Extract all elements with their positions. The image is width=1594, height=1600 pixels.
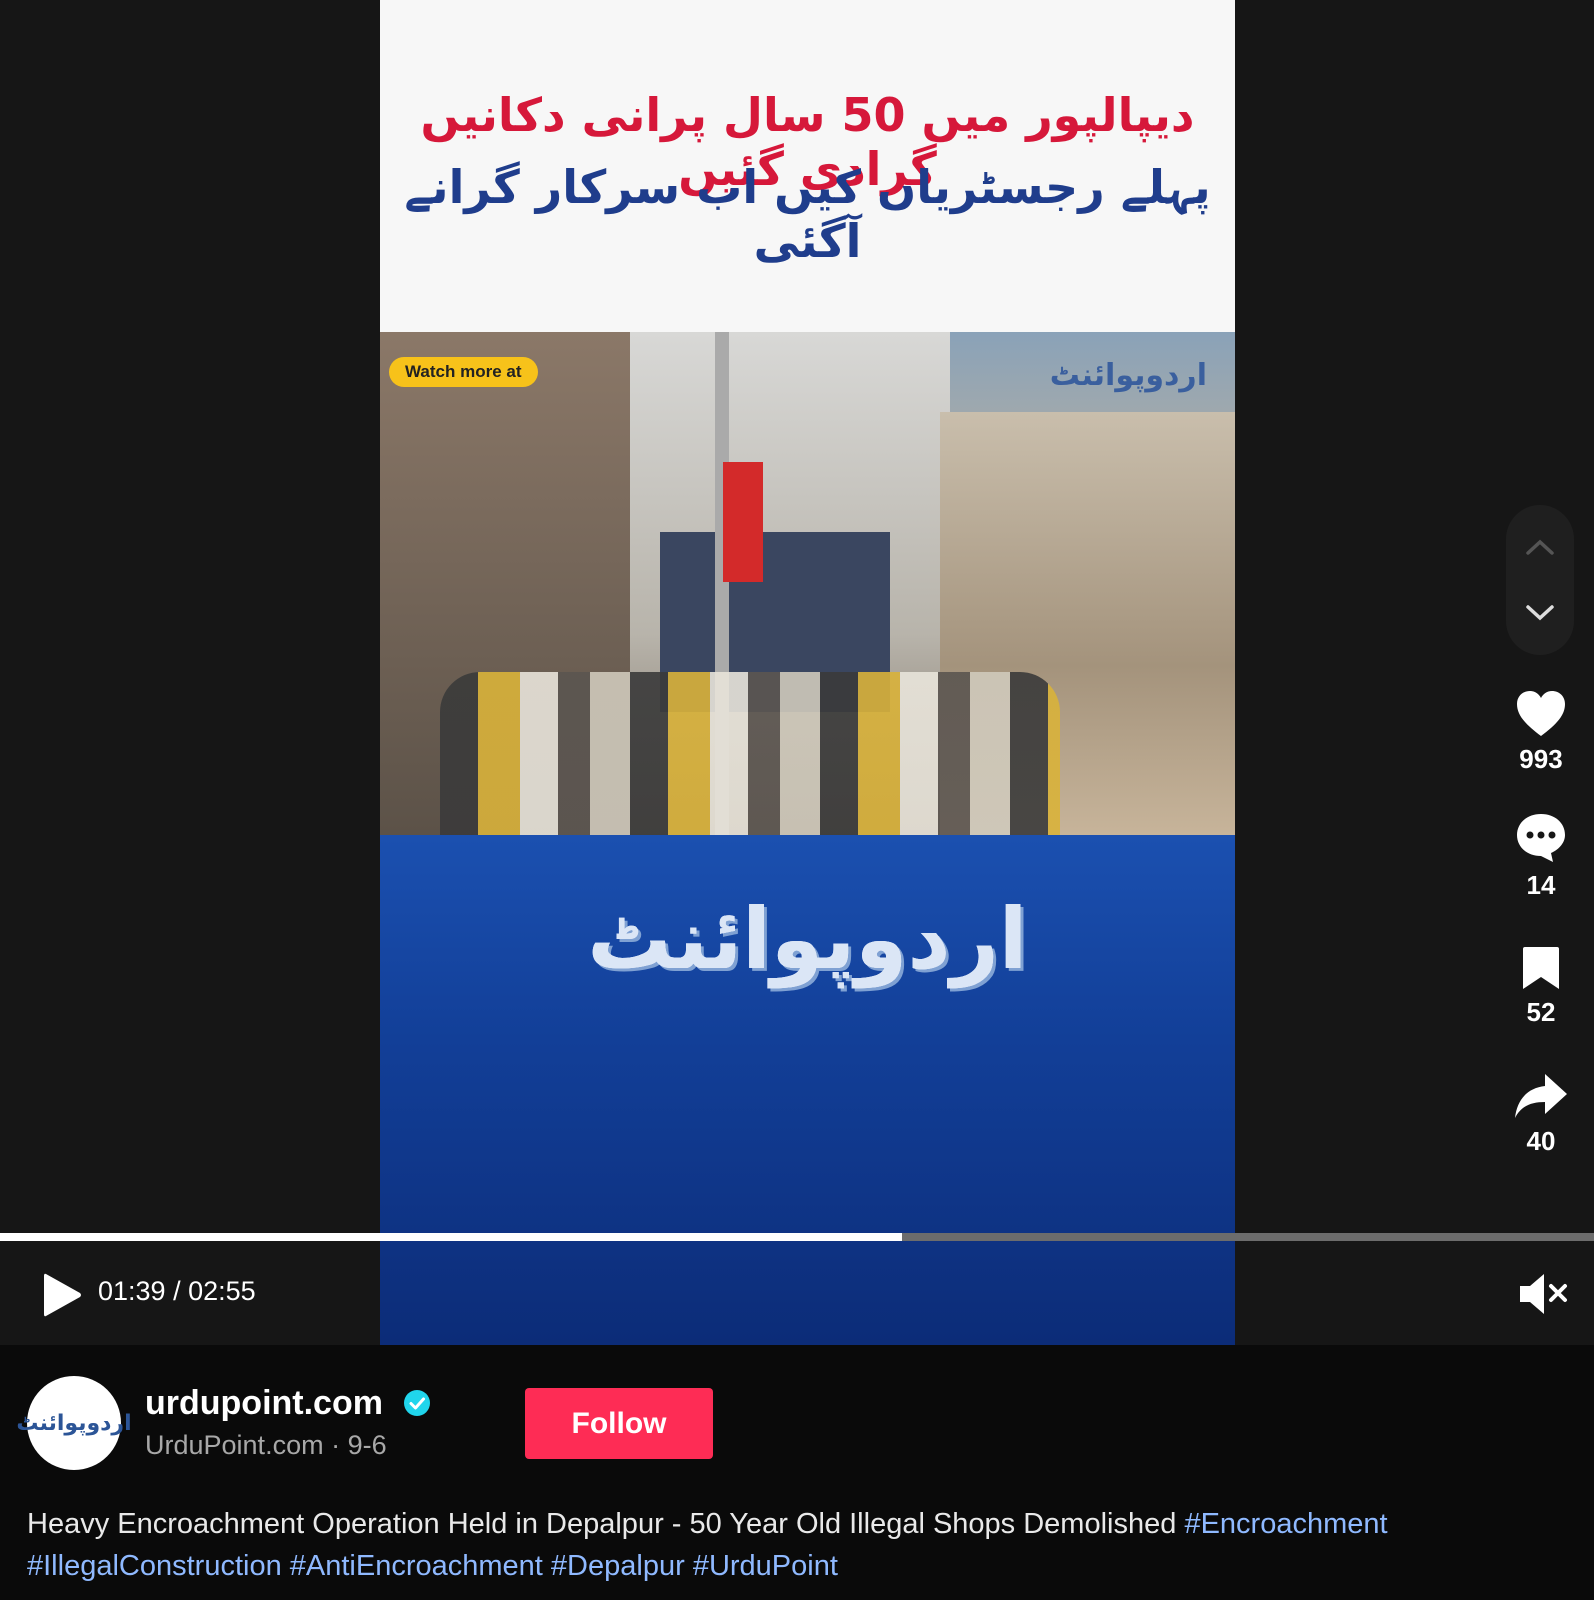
watermark-logo: اردوپوائنٹ <box>1049 358 1207 393</box>
author-name[interactable]: urdupoint.com <box>145 1384 383 1423</box>
hashtag-link[interactable]: #AntiEncroachment <box>290 1550 543 1582</box>
bookmark-count: 52 <box>1526 997 1556 1027</box>
chevron-down-icon <box>1526 605 1554 621</box>
author-avatar[interactable]: اردوپوائنٹ <box>16 1376 132 1470</box>
author-subline: UrduPoint.com · 9-6 <box>145 1430 387 1460</box>
verified-badge-icon <box>404 1390 430 1416</box>
comment-icon <box>1517 814 1565 862</box>
avatar-logo-text: اردوپوائنٹ <box>16 1410 132 1436</box>
speaker-muted-icon <box>1520 1274 1567 1314</box>
next-video-button[interactable] <box>1506 583 1574 643</box>
time-display: 01:39 / 02:55 <box>98 1276 256 1306</box>
progress-bar[interactable] <box>0 1233 1594 1241</box>
video-player[interactable]: دیپالپور میں 50 سال پرانی دکانیں گرادی گ… <box>0 0 1594 1345</box>
previous-video-button[interactable] <box>1506 517 1574 577</box>
shop-sign <box>723 462 763 582</box>
hashtag-link[interactable]: #UrduPoint <box>693 1550 838 1582</box>
brand-logo: اردوپوائنٹ <box>587 890 1028 988</box>
video-headline: دیپالپور میں 50 سال پرانی دکانیں گرادی گ… <box>380 0 1235 332</box>
headline-line-2: پہلے رجسٹریاں کیں اب سرکار گرانے آگئی <box>404 160 1211 268</box>
video-frame[interactable]: دیپالپور میں 50 سال پرانی دکانیں گرادی گ… <box>380 0 1235 1345</box>
share-count: 40 <box>1526 1126 1556 1156</box>
comment-action[interactable]: 14 <box>1500 812 1582 901</box>
share-action[interactable]: 40 <box>1500 1072 1582 1157</box>
heart-icon <box>1517 691 1565 736</box>
mute-button[interactable] <box>1518 1272 1568 1316</box>
chevron-up-icon <box>1526 539 1554 555</box>
follow-button[interactable]: Follow <box>525 1388 713 1459</box>
hashtag-link[interactable]: #Encroachment <box>1184 1508 1387 1540</box>
play-icon <box>44 1273 81 1317</box>
bookmark-action[interactable]: 52 <box>1500 945 1582 1028</box>
watch-more-badge: Watch more at <box>389 357 538 387</box>
brand-panel: اردوپوائنٹ <box>380 835 1235 1345</box>
video-photo: Watch more at اردوپوائنٹ <box>380 332 1235 835</box>
video-caption: Heavy Encroachment Operation Held in Dep… <box>27 1503 1572 1587</box>
hashtag-link[interactable]: #IllegalConstruction <box>27 1550 282 1582</box>
bookmark-icon <box>1523 947 1559 989</box>
caption-text: Heavy Encroachment Operation Held in Dep… <box>27 1508 1177 1540</box>
play-button[interactable] <box>40 1270 84 1320</box>
like-count: 993 <box>1519 744 1563 774</box>
progress-fill <box>0 1233 903 1241</box>
like-action[interactable]: 993 <box>1500 690 1582 775</box>
share-icon <box>1515 1074 1567 1118</box>
video-navigation <box>1506 505 1574 655</box>
hashtag-link[interactable]: #Depalpur <box>551 1550 685 1582</box>
crowd <box>440 672 1060 835</box>
comment-count: 14 <box>1526 870 1556 900</box>
